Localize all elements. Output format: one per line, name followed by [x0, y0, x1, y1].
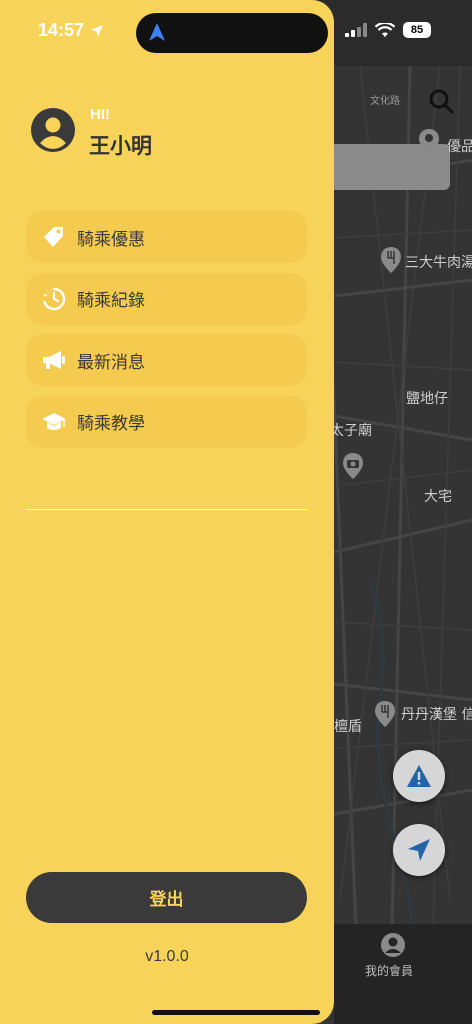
side-drawer: 14:57 HI! 王小明 騎乘優惠 騎乘紀錄 最新消息 騎乘教學 登出 v1.… [0, 0, 334, 1024]
status-time: 14:57 [38, 20, 104, 41]
navigation-arrow-icon [408, 839, 430, 861]
greeting-text: HI! [90, 106, 110, 123]
map-label: 丹丹漢堡 信 [401, 707, 472, 723]
map-label: 優品 [447, 139, 472, 155]
graduation-cap-icon [41, 409, 67, 435]
map-label: 鹽地仔 [406, 391, 448, 407]
home-indicator[interactable] [152, 1010, 320, 1015]
menu-item-label: 騎乘優惠 [77, 229, 145, 250]
locate-me-button[interactable] [393, 824, 445, 876]
menu-item-ride-history[interactable]: 騎乘紀錄 [26, 272, 307, 325]
menu-item-label: 最新消息 [77, 352, 145, 373]
menu-item-latest-news[interactable]: 最新消息 [26, 334, 307, 386]
location-arrow-icon [91, 24, 104, 37]
map-label: 大宅 [424, 489, 452, 505]
user-name: 王小明 [89, 134, 152, 158]
tab-member-label[interactable]: 我的會員 [365, 962, 413, 979]
map-label: 三大牛肉湯 [405, 255, 472, 271]
restaurant-pin-icon[interactable] [374, 700, 396, 728]
camera-pin-icon[interactable] [342, 452, 364, 480]
status-indicators: 85 [345, 22, 431, 38]
wifi-icon [375, 22, 395, 37]
drawer-menu: 騎乘優惠 騎乘紀錄 最新消息 騎乘教學 [26, 211, 307, 457]
clock-history-icon [41, 286, 67, 312]
avatar[interactable] [30, 107, 76, 153]
megaphone-icon [41, 347, 67, 373]
logout-button[interactable]: 登出 [26, 872, 307, 923]
search-icon[interactable] [426, 86, 456, 116]
menu-item-label: 騎乘紀錄 [77, 291, 145, 311]
navigation-indicator-icon [149, 23, 165, 41]
member-icon[interactable] [380, 932, 406, 958]
tag-icon [41, 224, 67, 250]
restaurant-pin-icon[interactable] [380, 246, 402, 274]
report-button[interactable] [393, 750, 445, 802]
map-label: 太子廟 [330, 423, 372, 439]
status-time-text: 14:57 [38, 20, 85, 40]
version-text: v1.0.0 [145, 948, 189, 965]
cellular-signal-icon [345, 23, 367, 37]
divider [26, 509, 307, 510]
warning-icon [407, 765, 431, 787]
map-label: 檀盾 [334, 719, 362, 735]
menu-item-ride-offers[interactable]: 騎乘優惠 [26, 211, 307, 263]
menu-item-label: 騎乘教學 [77, 414, 145, 434]
map-label: 文化路 [370, 96, 400, 107]
menu-item-ride-tutorial[interactable]: 騎乘教學 [26, 395, 307, 448]
map-pin-icon[interactable] [418, 128, 440, 156]
battery-indicator: 85 [403, 22, 431, 38]
